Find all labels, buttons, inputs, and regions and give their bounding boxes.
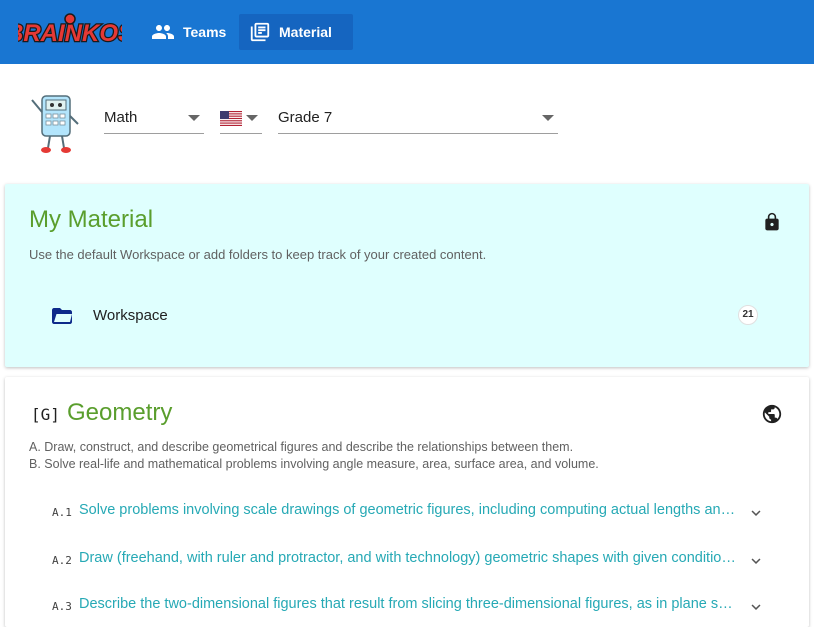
standard-row[interactable]: A.1 Solve problems involving scale drawi… [5,498,809,528]
language-select[interactable] [220,104,262,134]
grade-select[interactable]: Grade 7 [278,104,558,134]
chevron-down-icon[interactable] [747,504,765,522]
chevron-down-icon[interactable] [747,552,765,570]
geometry-card: [G] Geometry A. Draw, construct, and des… [5,377,809,627]
top-app-bar: BRAINKOS Teams Material [0,0,814,64]
chevron-down-icon [188,115,200,121]
geometry-description: A. Draw, construct, and describe geometr… [29,439,599,473]
standard-text[interactable]: Draw (freehand, with ruler and protracto… [79,550,739,566]
description-line: B. Solve real-life and mathematical prob… [29,457,599,471]
nav-teams-label: Teams [183,24,227,40]
my-material-description: Use the default Workspace or add folders… [29,247,487,262]
us-flag-icon [220,111,242,126]
globe-icon[interactable] [761,403,783,425]
lock-icon[interactable] [762,210,782,234]
calculator-mascot-icon [31,95,79,153]
brainkos-logo[interactable]: BRAINKOS [18,13,122,51]
chevron-down-icon [246,115,258,121]
my-material-card: My Material Use the default Workspace or… [5,184,809,367]
description-line: A. Draw, construct, and describe geometr… [29,440,574,454]
standard-row[interactable]: A.2 Draw (freehand, with ruler and protr… [5,546,809,576]
standard-text[interactable]: Describe the two-dimensional figures tha… [79,596,739,612]
my-material-title: My Material [29,206,154,233]
geometry-title: Geometry [67,399,173,426]
subject-value: Math [104,109,138,126]
chevron-down-icon[interactable] [747,598,765,616]
grade-value: Grade 7 [278,109,333,126]
standard-code: A.2 [52,554,72,567]
people-icon [152,25,174,39]
chevron-down-icon [542,115,554,121]
nav-material-label: Material [279,24,332,40]
standard-code: A.3 [52,600,72,613]
standard-row[interactable]: A.3 Describe the two-dimensional figures… [5,592,809,622]
domain-code: [G] [31,405,60,424]
folder-open-icon [52,308,72,324]
nav-teams-button[interactable]: Teams [141,14,238,50]
workspace-count-badge: 21 [738,305,758,325]
subject-select[interactable]: Math [104,104,204,134]
standard-text[interactable]: Solve problems involving scale drawings … [79,502,739,518]
library-books-icon [250,22,270,42]
workspace-folder-label: Workspace [93,307,168,324]
filter-bar: Math Grade 7 [0,64,814,184]
nav-material-button[interactable]: Material [239,14,353,50]
standard-code: A.1 [52,506,72,519]
